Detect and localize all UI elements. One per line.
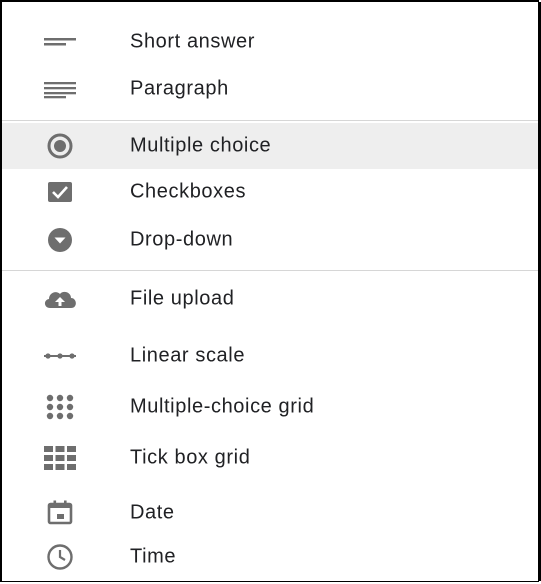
menu-item-linear-scale[interactable]: Linear scale — [2, 332, 539, 380]
menu-item-date[interactable]: Date — [2, 489, 539, 537]
radio-grid-icon — [36, 392, 84, 422]
cloud-upload-icon — [36, 284, 84, 314]
short-answer-icon — [36, 27, 84, 57]
menu-item-label: Drop-down — [130, 228, 234, 251]
divider — [2, 270, 539, 271]
menu-item-label: Time — [130, 545, 177, 568]
menu-item-label: Paragraph — [130, 77, 229, 100]
tick-grid-icon — [36, 443, 84, 473]
dropdown-icon — [36, 225, 84, 255]
menu-item-tick-box-grid[interactable]: Tick box grid — [2, 434, 539, 482]
menu-item-time[interactable]: Time — [2, 533, 539, 581]
linear-scale-icon — [36, 341, 84, 371]
menu-item-file-upload[interactable]: File upload — [2, 275, 539, 323]
menu-item-label: Tick box grid — [130, 446, 251, 469]
menu-item-multiple-choice[interactable]: Multiple choice — [2, 123, 539, 169]
divider — [2, 120, 539, 121]
checkbox-icon — [36, 177, 84, 207]
menu-item-drop-down[interactable]: Drop-down — [2, 216, 539, 264]
menu-item-paragraph[interactable]: Paragraph — [2, 65, 539, 113]
paragraph-icon — [36, 74, 84, 104]
menu-item-label: Linear scale — [130, 344, 246, 367]
clock-icon — [36, 542, 84, 572]
radio-button-icon — [36, 131, 84, 161]
menu-item-label: File upload — [130, 287, 235, 310]
menu-item-label: Multiple choice — [130, 134, 272, 157]
menu-item-label: Multiple-choice grid — [130, 395, 315, 418]
menu-item-label: Date — [130, 501, 175, 524]
menu-item-multiple-choice-grid[interactable]: Multiple-choice grid — [2, 383, 539, 431]
menu-item-label: Checkboxes — [130, 180, 247, 203]
menu-item-short-answer[interactable]: Short answer — [2, 18, 539, 66]
calendar-icon — [36, 498, 84, 528]
question-type-menu: Short answer Paragraph Multiple choice C… — [0, 0, 541, 582]
menu-item-label: Short answer — [130, 30, 256, 53]
menu-item-checkboxes[interactable]: Checkboxes — [2, 168, 539, 216]
